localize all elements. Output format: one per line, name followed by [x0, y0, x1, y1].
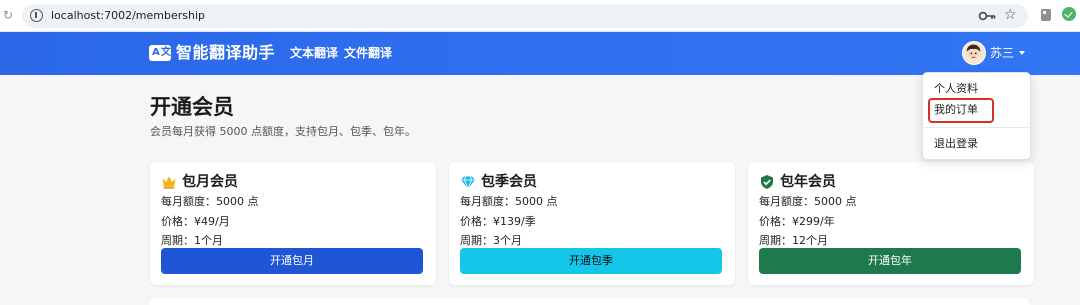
avatar[interactable]: [962, 41, 986, 65]
menu-item-profile[interactable]: 个人资料: [934, 82, 978, 96]
page-title: 开通会员: [150, 95, 234, 119]
plan-quota: 每月额度：5000 点: [460, 195, 558, 208]
plan-title: 包年会员: [780, 174, 836, 190]
top-navbar: A 文 智能翻译助手 文本翻译 文件翻译 苏三: [0, 32, 1080, 75]
plan-price: 价格：¥49/月: [161, 215, 230, 228]
plan-title: 包季会员: [481, 174, 537, 190]
extension-icon[interactable]: [1040, 8, 1052, 22]
page-subtitle: 会员每月获得 5000 点额度，支持包月、包季、包年。: [150, 125, 416, 138]
user-dropdown-menu: 个人资料 我的订单 退出登录: [922, 72, 1031, 160]
next-section-card: [150, 298, 1030, 305]
plan-period: 周期：12个月: [759, 234, 828, 247]
star-icon[interactable]: ☆: [1004, 7, 1017, 23]
user-name[interactable]: 苏三: [990, 45, 1014, 61]
site-info-icon[interactable]: [30, 9, 43, 22]
url-text[interactable]: localhost:7002/membership: [51, 8, 205, 24]
subscribe-monthly-button[interactable]: 开通包月: [161, 248, 423, 274]
subscribe-quarterly-button[interactable]: 开通包季: [460, 248, 722, 274]
plan-price: 价格：¥299/年: [759, 215, 835, 228]
plan-quota: 每月额度：5000 点: [161, 195, 259, 208]
subscribe-yearly-button[interactable]: 开通包年: [759, 248, 1021, 274]
chevron-down-icon[interactable]: [1019, 51, 1025, 55]
plan-period: 周期：3个月: [460, 234, 522, 247]
key-icon[interactable]: [978, 8, 998, 24]
shield-check-icon: [761, 175, 773, 189]
extension-check-icon[interactable]: [1062, 7, 1076, 21]
brand-name[interactable]: 智能翻译助手: [176, 42, 275, 64]
plan-card-quarterly: 包季会员 每月额度：5000 点 价格：¥139/季 周期：3个月 开通包季: [449, 162, 735, 285]
menu-divider: [923, 127, 1030, 128]
plan-card-yearly: 包年会员 每月额度：5000 点 价格：¥299/年 周期：12个月 开通包年: [748, 162, 1034, 285]
menu-item-logout[interactable]: 退出登录: [934, 137, 978, 151]
plan-card-monthly: 包月会员 每月额度：5000 点 价格：¥49/月 周期：1个月 开通包月: [150, 162, 436, 285]
reload-icon[interactable]: ↻: [3, 8, 15, 22]
plan-title: 包月会员: [182, 174, 238, 190]
translate-logo-icon: A 文: [149, 45, 171, 61]
menu-item-my-orders[interactable]: 我的订单: [934, 103, 978, 117]
plan-period: 周期：1个月: [161, 234, 223, 247]
nav-link-text-translate[interactable]: 文本翻译: [290, 45, 338, 61]
address-bar[interactable]: localhost:7002/membership ☆: [22, 4, 1028, 28]
nav-link-file-translate[interactable]: 文件翻译: [344, 45, 392, 61]
plan-price: 价格：¥139/季: [460, 215, 536, 228]
diamond-icon: [461, 176, 475, 190]
plan-quota: 每月额度：5000 点: [759, 195, 857, 208]
crown-icon: [162, 176, 176, 189]
browser-toolbar: ↻ localhost:7002/membership ☆: [0, 0, 1080, 32]
